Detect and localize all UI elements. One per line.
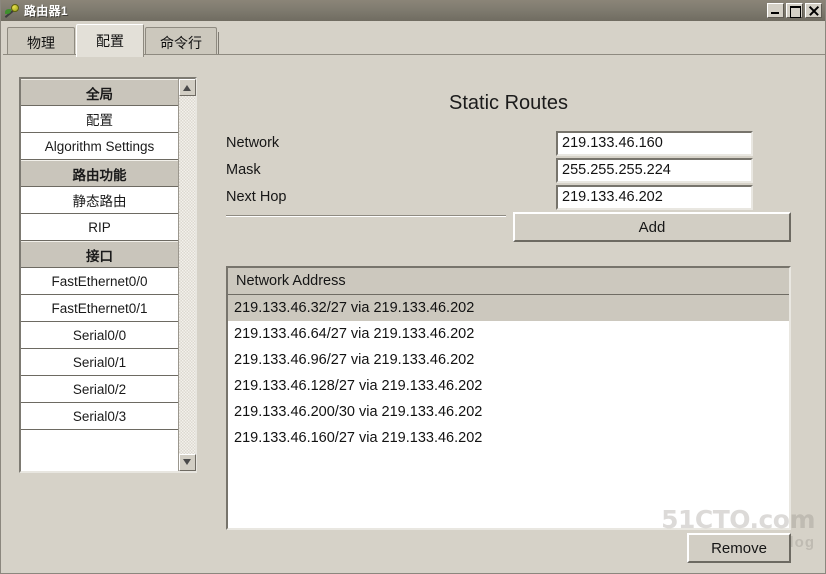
sidebar-group-global: 全局 — [21, 79, 178, 106]
mask-label: Mask — [226, 162, 261, 178]
router-config-window: 路由器1 物理 配置 命令行 全局 配置 Algorithm Settings … — [0, 0, 826, 574]
sidebar-item-serial0-3[interactable]: Serial0/3 — [21, 403, 178, 430]
routes-listbox[interactable]: Network Address 219.133.46.32/27 via 219… — [226, 266, 791, 530]
scroll-down-arrow[interactable] — [179, 454, 196, 471]
sidebar-item-static-routing[interactable]: 静态路由 — [21, 187, 178, 214]
page-title: Static Routes — [449, 92, 568, 114]
window-title: 路由器1 — [24, 4, 68, 18]
sidebar-item-serial0-2[interactable]: Serial0/2 — [21, 376, 178, 403]
tab-cli[interactable]: 命令行 — [145, 27, 219, 57]
add-button[interactable]: Add — [513, 212, 791, 242]
sidebar: 全局 配置 Algorithm Settings 路由功能 静态路由 RIP 接… — [19, 77, 197, 473]
mask-input[interactable]: 255.255.255.224 — [556, 157, 753, 183]
sidebar-item-fastethernet0-0[interactable]: FastEthernet0/0 — [21, 268, 178, 295]
window-controls — [767, 3, 822, 18]
table-row[interactable]: 219.133.46.64/27 via 219.133.46.202 — [228, 321, 789, 347]
table-row[interactable]: 219.133.46.128/27 via 219.133.46.202 — [228, 373, 789, 399]
network-row: Network 219.133.46.160 — [226, 130, 791, 156]
table-row[interactable]: 219.133.46.32/27 via 219.133.46.202 — [228, 295, 789, 321]
sidebar-item-fastethernet0-1[interactable]: FastEthernet0/1 — [21, 295, 178, 322]
mask-row: Mask 255.255.255.224 — [226, 157, 791, 183]
maximize-button[interactable] — [786, 3, 803, 18]
sidebar-item-rip[interactable]: RIP — [21, 214, 178, 241]
routes-column-header: Network Address — [228, 268, 789, 295]
tab-config[interactable]: 配置 — [76, 24, 144, 57]
next-hop-label: Next Hop — [226, 189, 287, 205]
scroll-up-arrow[interactable] — [179, 79, 196, 96]
remove-button[interactable]: Remove — [687, 533, 791, 563]
table-row[interactable]: 219.133.46.96/27 via 219.133.46.202 — [228, 347, 789, 373]
sidebar-group-interface: 接口 — [21, 241, 178, 268]
next-hop-row: Next Hop 219.133.46.202 — [226, 184, 791, 210]
sidebar-scrollbar[interactable] — [178, 79, 196, 471]
next-hop-input[interactable]: 219.133.46.202 — [556, 184, 753, 210]
table-row[interactable]: 219.133.46.160/27 via 219.133.46.202 — [228, 425, 789, 451]
minimize-button[interactable] — [767, 3, 784, 18]
sidebar-list: 全局 配置 Algorithm Settings 路由功能 静态路由 RIP 接… — [21, 79, 178, 471]
sidebar-item-config[interactable]: 配置 — [21, 106, 178, 133]
sidebar-item-algorithm-settings[interactable]: Algorithm Settings — [21, 133, 178, 160]
sidebar-item-serial0-0[interactable]: Serial0/0 — [21, 322, 178, 349]
network-label: Network — [226, 135, 280, 151]
titlebar: 路由器1 — [1, 0, 825, 21]
table-row[interactable]: 219.133.46.200/30 via 219.133.46.202 — [228, 399, 789, 425]
close-button[interactable] — [805, 3, 822, 18]
sidebar-group-routing: 路由功能 — [21, 160, 178, 187]
scrollbar-track[interactable] — [179, 96, 195, 454]
sidebar-item-serial0-1[interactable]: Serial0/1 — [21, 349, 178, 376]
network-input[interactable]: 219.133.46.160 — [556, 130, 753, 156]
form-separator — [226, 215, 506, 217]
tab-physical[interactable]: 物理 — [7, 27, 75, 57]
router-device-icon — [4, 3, 21, 19]
tab-bar: 物理 配置 命令行 — [1, 21, 825, 57]
sidebar-empty-area — [21, 430, 178, 457]
